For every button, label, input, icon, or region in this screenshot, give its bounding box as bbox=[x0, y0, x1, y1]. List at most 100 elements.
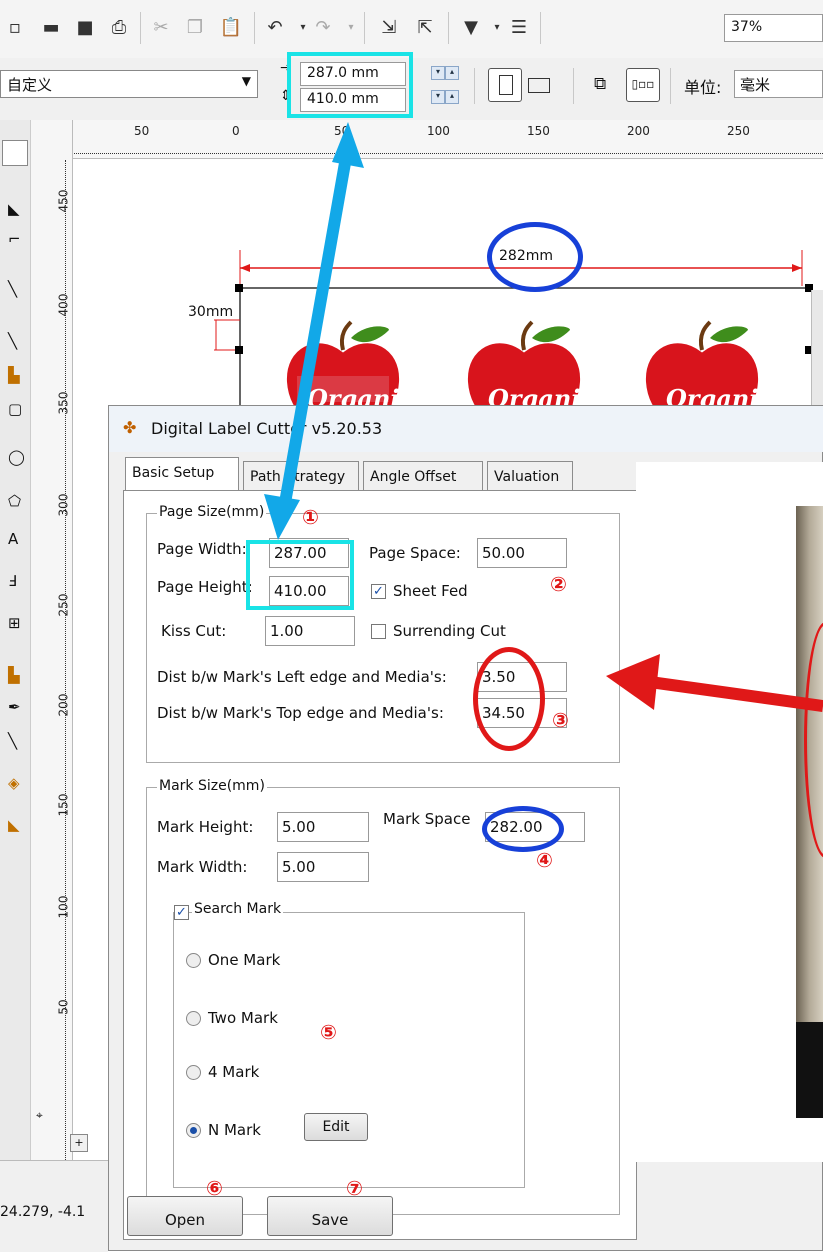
mark-height-label: Mark Height: bbox=[157, 818, 254, 836]
open-icon[interactable]: ▬ bbox=[40, 16, 62, 38]
annotation-3: ③ bbox=[552, 708, 569, 732]
mark-space-label: Mark Space bbox=[383, 810, 471, 828]
page-size-group: Page Size(mm) Page Width: 287.00 Page He… bbox=[146, 504, 620, 763]
landscape-button[interactable] bbox=[528, 78, 550, 93]
page-preset-select[interactable]: 自定义 ▼ bbox=[0, 70, 258, 98]
publish-icon[interactable]: ▼ bbox=[460, 16, 482, 38]
red-ellipse-annotation bbox=[473, 647, 545, 751]
dialog-title: Digital Label Cutter v5.20.53 bbox=[151, 419, 383, 438]
import-icon[interactable]: ⇲ bbox=[378, 16, 400, 38]
chevron-down-icon[interactable]: ▾ bbox=[340, 16, 362, 38]
page-size-title: Page Size(mm) bbox=[157, 504, 267, 520]
highlight-page-size-toolbar bbox=[287, 52, 413, 118]
new-icon[interactable]: ▫ bbox=[4, 16, 26, 38]
add-page-button[interactable]: + bbox=[70, 1134, 88, 1152]
export-icon[interactable]: ⇱ bbox=[414, 16, 436, 38]
paste-icon[interactable]: 📋 bbox=[220, 16, 242, 38]
mark-height-input[interactable]: 5.00 bbox=[277, 812, 369, 842]
freehand-tool-icon[interactable]: ╲ bbox=[8, 332, 17, 350]
rectangle-tool-icon[interactable]: ▢ bbox=[8, 400, 22, 418]
four-mark-radio[interactable] bbox=[186, 1065, 201, 1080]
redo-icon[interactable]: ↷ bbox=[312, 16, 334, 38]
zoom-level-field[interactable]: 37% bbox=[724, 14, 823, 42]
blue-ellipse-mark-space bbox=[482, 806, 564, 852]
mark-width-input[interactable]: 5.00 bbox=[277, 852, 369, 882]
page-preset-value: 自定义 bbox=[7, 76, 53, 94]
chevron-down-icon[interactable]: ▾ bbox=[486, 16, 508, 38]
page-space-label: Page Space: bbox=[369, 544, 461, 562]
all-pages-icon[interactable]: ⧉ bbox=[594, 74, 606, 94]
kiss-cut-input[interactable]: 1.00 bbox=[265, 616, 355, 646]
top-edge-label: Dist b/w Mark's Top edge and Media's: bbox=[157, 704, 444, 722]
zoom-tool-icon[interactable]: ╲ bbox=[8, 280, 17, 298]
annotation-5: ⑤ bbox=[320, 1020, 337, 1044]
fill-tool-icon[interactable]: ▙ bbox=[8, 666, 20, 684]
kiss-cut-label: Kiss Cut: bbox=[161, 622, 227, 640]
canvas-scrollbar[interactable] bbox=[811, 290, 823, 410]
two-mark-radio[interactable] bbox=[186, 1011, 201, 1026]
mark-size-title: Mark Size(mm) bbox=[157, 778, 267, 794]
options-icon[interactable]: ☰ bbox=[508, 16, 530, 38]
polygon-tool-icon[interactable]: ⬠ bbox=[8, 492, 21, 510]
spin-down-icon[interactable]: ▾ bbox=[431, 90, 445, 104]
chevron-down-icon[interactable]: ▾ bbox=[292, 16, 314, 38]
chevron-down-icon: ▼ bbox=[241, 74, 251, 88]
crop-tool-icon[interactable]: ⌐ bbox=[8, 230, 21, 248]
current-page-button[interactable]: ▯▫▫ bbox=[626, 68, 660, 102]
copy-icon[interactable]: ❐ bbox=[184, 16, 206, 38]
smart-fill-icon[interactable]: ▙ bbox=[8, 366, 20, 384]
app-icon: ✤ bbox=[123, 418, 137, 437]
eyedropper-tool-icon[interactable]: ✒ bbox=[8, 698, 21, 716]
sheet-fed-label: Sheet Fed bbox=[393, 582, 468, 600]
one-mark-label: One Mark bbox=[208, 951, 281, 969]
annotation-6: ⑥ bbox=[206, 1176, 223, 1200]
print-icon[interactable]: ⎙ bbox=[108, 16, 130, 38]
open-button[interactable]: Open bbox=[127, 1196, 243, 1236]
tab-valuation[interactable]: Valuation bbox=[487, 461, 573, 491]
n-mark-label: N Mark bbox=[208, 1121, 261, 1139]
interactive-fill-icon[interactable]: ◈ bbox=[8, 774, 20, 792]
horizontal-ruler: 50 0 50 100 150 200 250 bbox=[0, 120, 823, 159]
search-mark-label: Search Mark bbox=[192, 901, 284, 917]
mark-width-label: Mark Width: bbox=[157, 858, 248, 876]
text-tool-icon[interactable]: A bbox=[8, 530, 18, 548]
undo-icon[interactable]: ↶ bbox=[264, 16, 286, 38]
table-tool-icon[interactable]: Ⅎ bbox=[8, 572, 17, 590]
tab-path-strategy[interactable]: Path Strategy bbox=[243, 461, 359, 491]
outline-tool-icon[interactable]: ╲ bbox=[8, 732, 17, 750]
tab-basic-setup[interactable]: Basic Setup bbox=[125, 457, 239, 491]
photo-preview bbox=[636, 462, 823, 1162]
toolbox: ◣ ⌐ ╲ ╲ ▙ ▢ ◯ ⬠ A Ⅎ ⊞ ▙ ✒ ╲ ◈ ◣ bbox=[0, 120, 31, 1200]
cut-icon[interactable]: ✂ bbox=[150, 16, 172, 38]
sheet-fed-checkbox[interactable]: ✓ bbox=[371, 584, 386, 599]
page-nav[interactable]: ⌖ bbox=[36, 1108, 68, 1136]
dimension-tool-icon[interactable]: ⊞ bbox=[8, 614, 21, 632]
dialog-titlebar: ✤ Digital Label Cutter v5.20.53 bbox=[109, 406, 823, 452]
page-width-label: Page Width: bbox=[157, 540, 247, 558]
save-icon[interactable]: ■ bbox=[74, 16, 96, 38]
save-button[interactable]: Save bbox=[267, 1196, 393, 1236]
surrending-cut-label: Surrending Cut bbox=[393, 622, 506, 640]
spin-down-icon[interactable]: ▾ bbox=[431, 66, 445, 80]
basic-setup-panel: Page Size(mm) Page Width: 287.00 Page He… bbox=[123, 490, 637, 1240]
dimension-height-label: 30mm bbox=[188, 304, 234, 320]
mesh-fill-icon[interactable]: ◣ bbox=[8, 816, 20, 834]
blue-ellipse-annotation bbox=[487, 222, 583, 292]
unit-select[interactable]: 毫米 bbox=[734, 70, 823, 98]
n-mark-radio[interactable] bbox=[186, 1123, 201, 1138]
search-mark-checkbox[interactable]: ✓ bbox=[174, 905, 189, 920]
tab-angle-offset[interactable]: Angle Offset bbox=[363, 461, 483, 491]
four-mark-label: 4 Mark bbox=[208, 1063, 260, 1081]
edit-button[interactable]: Edit bbox=[304, 1113, 368, 1141]
surrending-cut-checkbox[interactable] bbox=[371, 624, 386, 639]
one-mark-radio[interactable] bbox=[186, 953, 201, 968]
portrait-button[interactable] bbox=[488, 68, 522, 102]
shape-tool-icon[interactable]: ◣ bbox=[8, 200, 20, 218]
pick-tool-icon[interactable] bbox=[2, 140, 28, 166]
spin-up-icon[interactable]: ▴ bbox=[445, 66, 459, 80]
spin-up-icon[interactable]: ▴ bbox=[445, 90, 459, 104]
page-space-input[interactable]: 50.00 bbox=[477, 538, 567, 568]
highlight-page-size-dialog bbox=[246, 540, 354, 610]
ellipse-tool-icon[interactable]: ◯ bbox=[8, 448, 25, 466]
two-mark-label: Two Mark bbox=[208, 1009, 278, 1027]
